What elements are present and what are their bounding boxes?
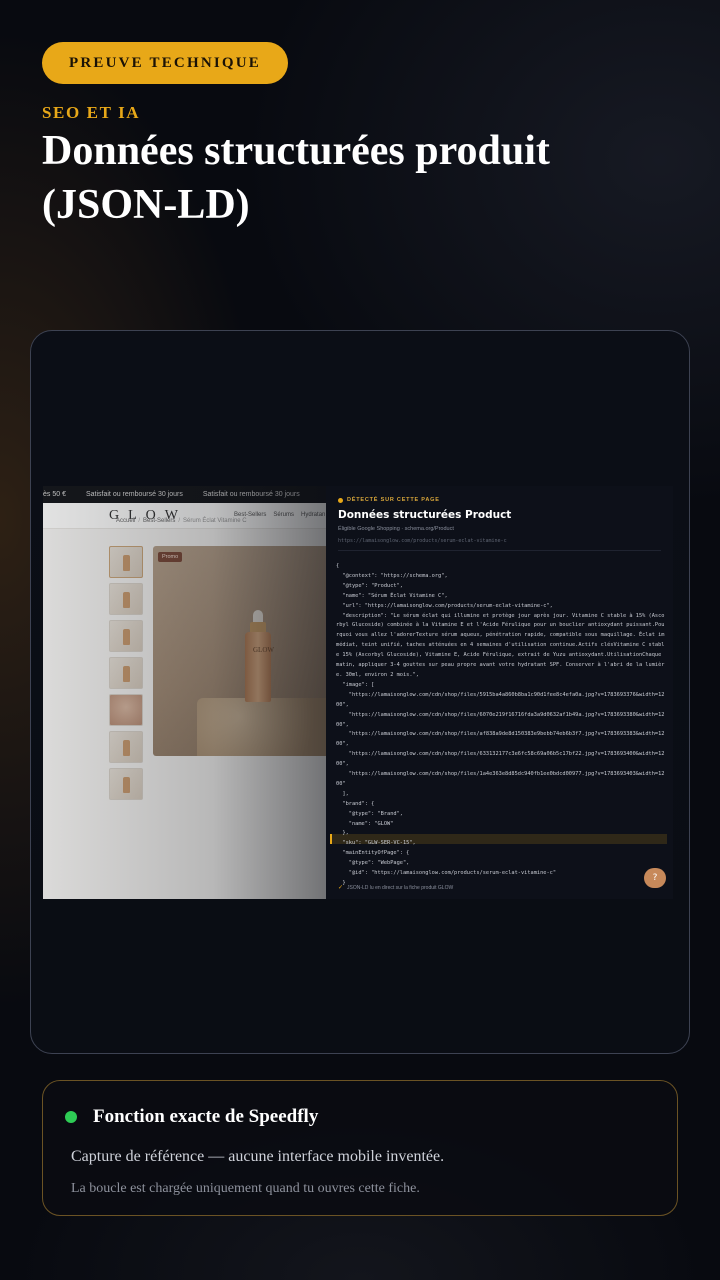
breadcrumb: Accueil / Best-Sellers / Sérum Éclat Vitamin… xyxy=(116,518,247,524)
detected-label: DÉTECTÉ SUR CETTE PAGE xyxy=(338,497,440,503)
nav-item-serums[interactable]: Sérums xyxy=(273,512,294,518)
card-note: La boucle est chargée uniquement quand t… xyxy=(71,1181,420,1196)
product-thumbnail[interactable] xyxy=(109,768,143,800)
product-thumbnail[interactable] xyxy=(109,546,143,578)
card-title: Fonction exacte de Speedfly xyxy=(93,1106,319,1127)
panel-title: Données structurées Product xyxy=(338,509,512,521)
product-thumbnail[interactable] xyxy=(109,731,143,763)
site-header: GLOW Best-Sellers Sérums Hydratan xyxy=(43,503,326,529)
product-thumbnail[interactable] xyxy=(109,583,143,615)
announcement-item: ès 50 € xyxy=(43,491,66,498)
breadcrumb-best-sellers[interactable]: Best-Sellers xyxy=(143,518,175,524)
serum-bottle xyxy=(245,632,271,702)
reference-capture: ès 50 € Satisfait ou remboursé 30 jours … xyxy=(43,486,673,899)
product-thumbnail[interactable] xyxy=(109,694,143,726)
divider xyxy=(338,550,661,551)
promo-badge: Promo xyxy=(158,552,183,562)
thumbnail-strip xyxy=(109,546,143,805)
eyebrow-label: SEO ET IA xyxy=(42,103,141,122)
json-ld-panel: DÉTECTÉ SUR CETTE PAGE Données structuré… xyxy=(326,486,673,899)
page-title: Données structurées produit (JSON-LD) xyxy=(42,128,550,228)
site-nav: Best-Sellers Sérums Hydratan xyxy=(234,512,325,518)
footer-note: JSON-LD lu en direct sur la fiche produi… xyxy=(347,884,454,891)
help-icon[interactable]: ? xyxy=(644,868,666,888)
product-thumbnail[interactable] xyxy=(109,620,143,652)
detected-text: DÉTECTÉ SUR CETTE PAGE xyxy=(347,497,440,503)
status-dot-icon xyxy=(338,497,343,503)
json-ld-code: { "@context": "https://schema.org", "@ty… xyxy=(336,563,665,886)
breadcrumb-home[interactable]: Accueil xyxy=(116,518,135,524)
bottle-label: GLOW xyxy=(253,646,274,654)
product-hero-image: Promo GLOW xyxy=(153,546,326,756)
announcement-item: Satisfait ou remboursé 30 jours xyxy=(85,491,183,498)
panel-footer: ✓ JSON-LD lu en direct sur la fiche prod… xyxy=(338,884,454,892)
product-thumbnail[interactable] xyxy=(109,657,143,689)
card-description: Capture de référence — aucune interface … xyxy=(71,1148,445,1165)
nav-item-hydratants[interactable]: Hydratan xyxy=(301,512,325,518)
check-icon: ✓ xyxy=(338,885,344,891)
announcement-bar: ès 50 € Satisfait ou remboursé 30 jours … xyxy=(43,486,326,503)
status-dot-icon xyxy=(65,1111,77,1123)
section-pill: PREUVE TECHNIQUE xyxy=(42,42,288,84)
announcement-item: Satisfait ou remboursé 30 jours xyxy=(202,491,300,498)
breadcrumb-current: Sérum Éclat Vitamine C xyxy=(183,518,247,524)
panel-url: https://lamaisonglow.com/products/serum-… xyxy=(338,538,507,544)
product-page-preview: ès 50 € Satisfait ou remboursé 30 jours … xyxy=(43,486,326,899)
info-card: Fonction exacte de Speedfly Capture de r… xyxy=(42,1080,678,1216)
screenshot-frame: ès 50 € Satisfait ou remboursé 30 jours … xyxy=(30,330,690,1054)
panel-subtitle: Éligible Google Shopping · schema.org/Pr… xyxy=(338,526,454,532)
stone-pedestal xyxy=(197,698,326,756)
